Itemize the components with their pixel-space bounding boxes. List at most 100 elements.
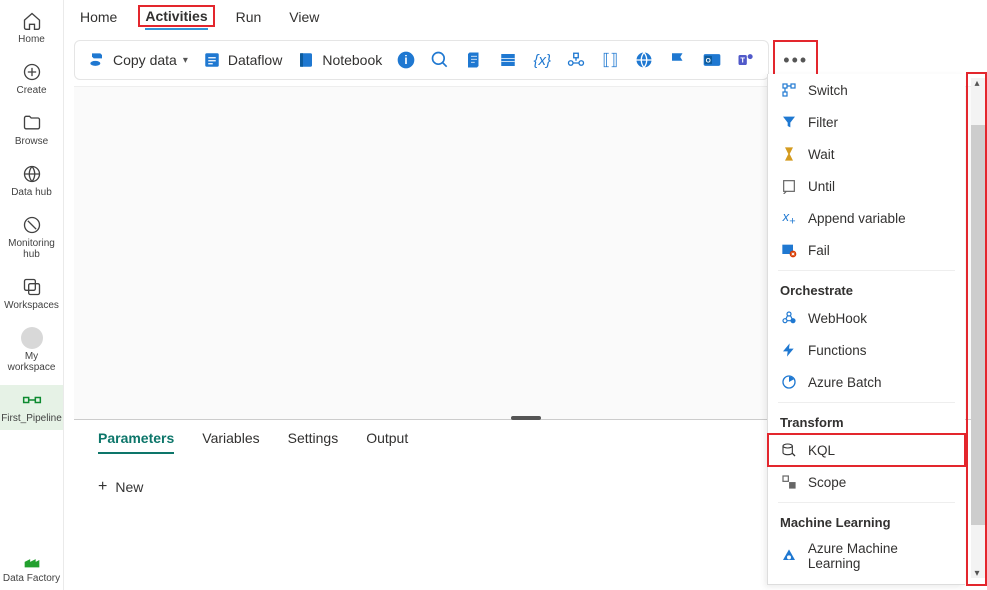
svg-text:O: O	[706, 58, 711, 65]
monitoring-icon	[21, 214, 43, 236]
pipeline-icon	[21, 389, 43, 411]
azure-batch-icon	[780, 373, 798, 391]
dd-webhook-label: WebHook	[808, 311, 867, 326]
nav-datafactory[interactable]: Data Factory	[0, 545, 63, 590]
nav-browse-label: Browse	[15, 136, 48, 147]
dd-until-label: Until	[808, 179, 835, 194]
dd-fail[interactable]: Fail	[768, 234, 965, 266]
teams-button[interactable]: T	[736, 50, 756, 70]
nav-pipeline-label: First_Pipeline	[1, 413, 62, 424]
nav-workspaces-label: Workspaces	[4, 300, 59, 311]
nav-datahub-label: Data hub	[11, 187, 52, 198]
wait-icon	[780, 145, 798, 163]
top-tabbar: Home Activities Run View	[64, 0, 987, 36]
dd-functions-label: Functions	[808, 343, 867, 358]
dataflow-label: Dataflow	[228, 52, 282, 68]
teams-icon: T	[736, 50, 756, 70]
info-button[interactable]: i	[396, 50, 416, 70]
dd-heading-transform: Transform	[768, 407, 965, 434]
dd-azurebatch[interactable]: Azure Batch	[768, 366, 965, 398]
dd-kql-label: KQL	[808, 443, 835, 458]
nav-datafactory-label: Data Factory	[3, 573, 60, 584]
activities-dropdown: Switch Filter Wait Until x+Append variab…	[767, 74, 965, 585]
dataflow-icon	[202, 50, 222, 70]
dd-wait[interactable]: Wait	[768, 138, 965, 170]
tab-view[interactable]: View	[289, 9, 319, 29]
scrollbar-thumb[interactable]	[971, 125, 985, 525]
bracket-button[interactable]: ⟦⟧	[600, 50, 620, 70]
dd-wait-label: Wait	[808, 147, 835, 162]
append-variable-icon: x+	[780, 209, 798, 227]
tab-run[interactable]: Run	[236, 9, 262, 29]
nav-monitoring[interactable]: Monitoring hub	[0, 210, 63, 266]
dd-append-variable[interactable]: x+Append variable	[768, 202, 965, 234]
scroll-down-icon[interactable]: ▾	[972, 568, 982, 578]
dd-separator-2	[778, 402, 955, 403]
nav-create[interactable]: Create	[0, 57, 63, 102]
dd-separator-3	[778, 502, 955, 503]
dd-until[interactable]: Until	[768, 170, 965, 202]
dd-kql[interactable]: KQL	[768, 434, 965, 466]
copydata-button[interactable]: Copy data ▾	[87, 50, 188, 70]
until-icon	[780, 177, 798, 195]
dd-functions[interactable]: Functions	[768, 334, 965, 366]
script-button[interactable]	[464, 50, 484, 70]
nav-home-label: Home	[18, 34, 45, 45]
tab-output[interactable]: Output	[366, 430, 408, 454]
activities-toolbar: Copy data ▾ Dataflow Notebook i {x} ⟦⟧	[74, 40, 769, 80]
notebook-icon	[296, 50, 316, 70]
nav-myworkspace[interactable]: My workspace	[0, 323, 63, 379]
dd-switch[interactable]: Switch	[768, 74, 965, 106]
nav-browse[interactable]: Browse	[0, 108, 63, 153]
main-area: Home Activities Run View Copy data ▾ Dat…	[64, 0, 987, 590]
variable-button[interactable]: {x}	[532, 50, 552, 70]
globe-icon	[634, 50, 654, 70]
tab-variables[interactable]: Variables	[202, 430, 259, 454]
dd-scope[interactable]: Scope	[768, 466, 965, 498]
more-icon: •••	[783, 55, 808, 65]
home-icon	[21, 10, 43, 32]
nav-datahub[interactable]: Data hub	[0, 159, 63, 204]
copydata-label: Copy data	[113, 52, 177, 68]
tab-parameters[interactable]: Parameters	[98, 430, 174, 454]
dd-azure-ml[interactable]: Azure Machine Learning	[768, 534, 965, 578]
nav-workspaces[interactable]: Workspaces	[0, 272, 63, 317]
dd-azurebatch-label: Azure Batch	[808, 375, 882, 390]
datahub-icon	[21, 163, 43, 185]
folder-icon	[21, 112, 43, 134]
dd-scope-label: Scope	[808, 475, 846, 490]
datafactory-icon	[21, 549, 43, 571]
notebook-button[interactable]: Notebook	[296, 50, 382, 70]
new-label: New	[115, 479, 143, 495]
tab-activities[interactable]: Activities	[145, 8, 207, 30]
nav-home[interactable]: Home	[0, 6, 63, 51]
search-button[interactable]	[430, 50, 450, 70]
dd-switch-label: Switch	[808, 83, 848, 98]
scroll-up-icon[interactable]: ▴	[972, 78, 982, 88]
web-button[interactable]	[634, 50, 654, 70]
webhook-icon	[780, 309, 798, 327]
nav-pipeline[interactable]: First_Pipeline	[0, 385, 63, 430]
info-icon: i	[396, 50, 416, 70]
flow-icon	[566, 50, 586, 70]
outlook-button[interactable]: O	[702, 50, 722, 70]
tab-home[interactable]: Home	[80, 9, 117, 29]
ml-icon	[780, 547, 798, 565]
tab-settings[interactable]: Settings	[288, 430, 339, 454]
plus-circle-icon	[21, 61, 43, 83]
chevron-down-icon: ▾	[183, 55, 188, 66]
dd-webhook[interactable]: WebHook	[768, 302, 965, 334]
fail-icon	[780, 241, 798, 259]
flag-button[interactable]	[668, 50, 688, 70]
table-button[interactable]	[498, 50, 518, 70]
variable-icon: {x}	[532, 50, 552, 70]
dd-heading-ml: Machine Learning	[768, 507, 965, 534]
table-icon	[498, 50, 518, 70]
dataflow-button[interactable]: Dataflow	[202, 50, 282, 70]
search-icon	[430, 50, 450, 70]
filter-icon	[780, 113, 798, 131]
left-nav: Home Create Browse Data hub Monitoring h…	[0, 0, 64, 590]
switch-icon	[780, 81, 798, 99]
flow-button[interactable]	[566, 50, 586, 70]
dd-filter[interactable]: Filter	[768, 106, 965, 138]
